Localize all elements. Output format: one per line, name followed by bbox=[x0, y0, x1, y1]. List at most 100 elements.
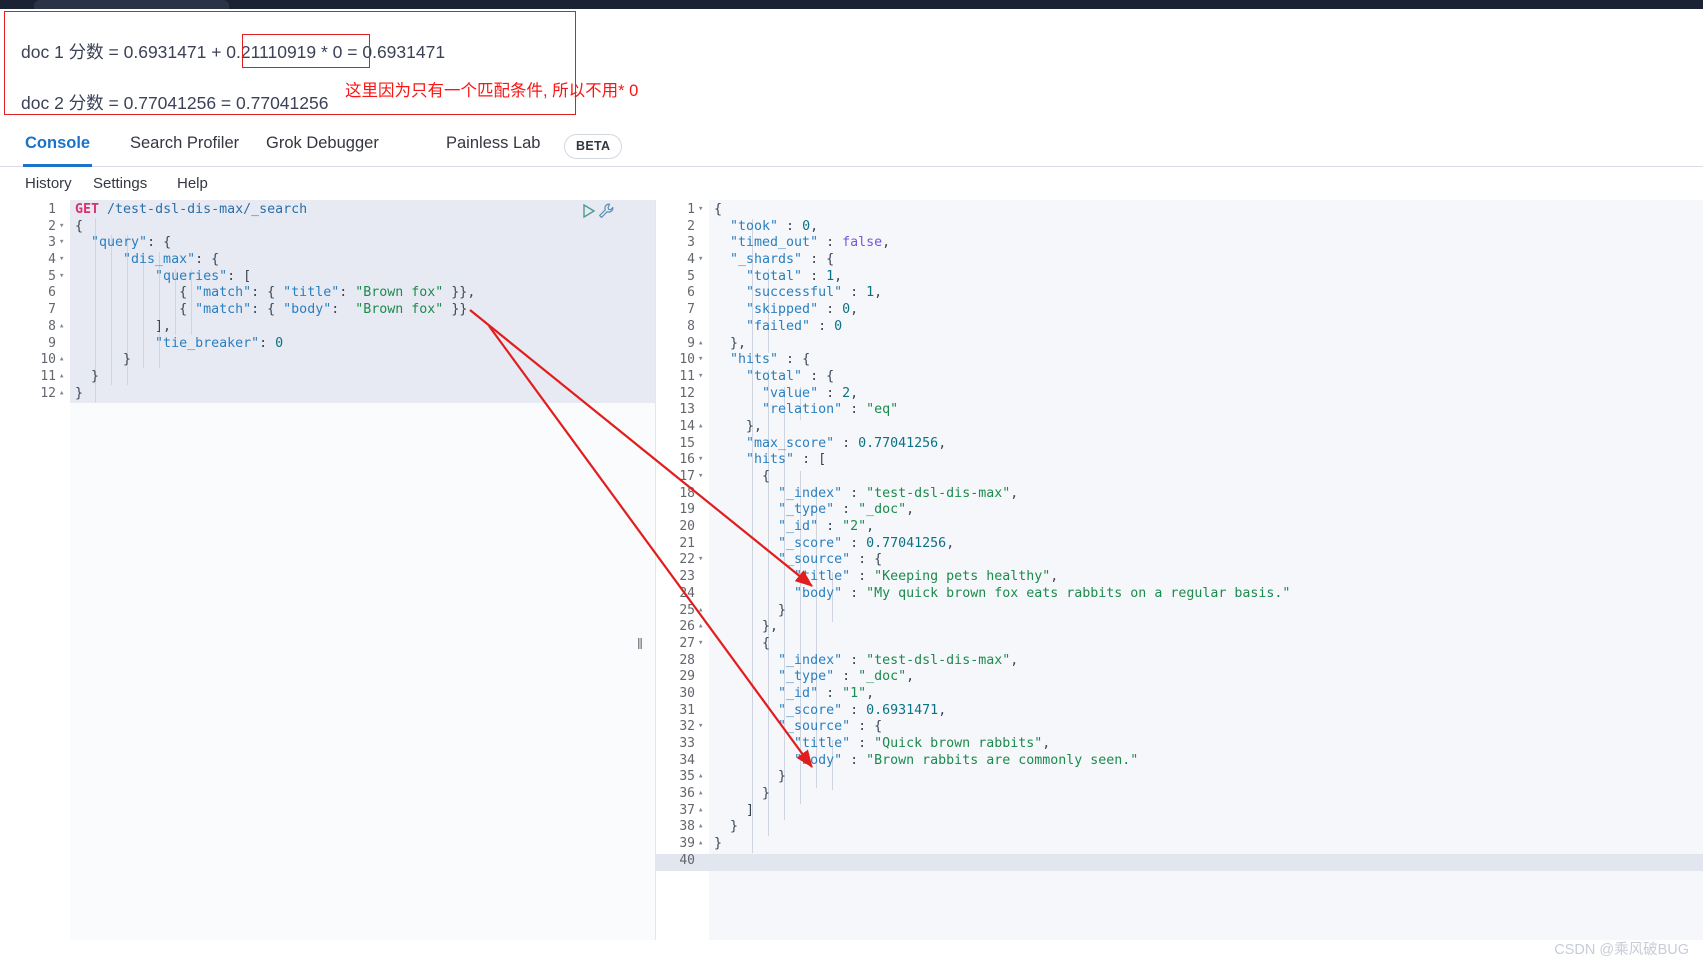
code-text: "max_score" : 0.77041256, bbox=[714, 435, 947, 451]
code-text: "queries": [ bbox=[75, 268, 252, 284]
code-text: "hits" : { bbox=[714, 352, 811, 368]
code-text: "value" : 2, bbox=[714, 385, 859, 401]
line-number: 5 bbox=[48, 268, 56, 284]
code-text: } bbox=[714, 836, 723, 852]
line-number: 36 bbox=[679, 786, 695, 802]
code-text: "total" : 1, bbox=[714, 268, 843, 284]
submenu-item-history[interactable]: History bbox=[25, 173, 72, 195]
line-number: 14 bbox=[679, 418, 695, 434]
fold-toggle-icon[interactable]: ▾ bbox=[698, 451, 703, 468]
tab-painless-lab[interactable]: Painless Lab bbox=[444, 122, 542, 167]
request-actions-wrench-icon[interactable] bbox=[598, 203, 615, 219]
console-submenu: History Settings Help bbox=[0, 167, 1703, 200]
line-number: 19 bbox=[679, 502, 695, 518]
line-number: 28 bbox=[679, 652, 695, 668]
code-text: } bbox=[714, 602, 787, 618]
response-active-line bbox=[709, 854, 1703, 871]
line-number: 40 bbox=[679, 852, 695, 868]
fold-toggle-icon[interactable]: ▴ bbox=[698, 835, 703, 852]
fold-toggle-icon[interactable]: ▾ bbox=[698, 635, 703, 652]
line-number: 29 bbox=[679, 669, 695, 685]
line-number: 4 bbox=[687, 252, 695, 268]
pane-resize-handle[interactable]: ‖ bbox=[634, 636, 646, 654]
code-text: }, bbox=[714, 335, 747, 351]
request-editor-pane[interactable]: 1 GET /test-dsl-dis-max/_search 2 ▾{3 ▾ "que… bbox=[22, 200, 656, 940]
line-number: 34 bbox=[679, 752, 695, 768]
code-text: } bbox=[75, 368, 100, 384]
fold-toggle-icon[interactable]: ▴ bbox=[698, 418, 703, 435]
code-text: "body" : "My quick brown fox eats rabbit… bbox=[714, 585, 1291, 601]
line-number: 33 bbox=[679, 736, 695, 751]
line-number: 10 bbox=[40, 352, 56, 368]
fold-toggle-icon[interactable]: ▴ bbox=[59, 368, 64, 385]
fold-toggle-icon[interactable]: ▾ bbox=[698, 251, 703, 268]
fold-toggle-icon[interactable]: ▴ bbox=[698, 802, 703, 819]
fold-toggle-icon[interactable]: ▴ bbox=[698, 618, 703, 635]
browser-tab[interactable] bbox=[34, 0, 229, 9]
code-text: "relation" : "eq" bbox=[714, 402, 899, 418]
fold-toggle-icon[interactable]: ▴ bbox=[698, 335, 703, 352]
submenu-item-settings[interactable]: Settings bbox=[93, 173, 147, 195]
code-text: "_score" : 0.6931471, bbox=[714, 702, 947, 718]
line-number: 9 bbox=[48, 335, 56, 351]
line-number: 12 bbox=[679, 385, 695, 401]
watermark: CSDN @乘风破BUG bbox=[1554, 942, 1689, 958]
fold-toggle-icon[interactable]: ▾ bbox=[698, 351, 703, 368]
line-number: 21 bbox=[679, 535, 695, 551]
browser-chrome-strip bbox=[0, 0, 1703, 9]
fold-toggle-icon[interactable]: ▾ bbox=[59, 234, 64, 251]
fold-toggle-icon[interactable]: ▴ bbox=[698, 818, 703, 835]
fold-toggle-icon[interactable]: ▴ bbox=[59, 318, 64, 335]
line-number: 7 bbox=[48, 302, 56, 318]
annotation-line-1: doc 1 分数 = 0.6931471 + 0.21110919 * 0 = … bbox=[21, 42, 446, 62]
line-number: 32 bbox=[679, 719, 695, 735]
line-number: 8 bbox=[687, 318, 695, 334]
fold-toggle-icon[interactable]: ▾ bbox=[698, 718, 703, 735]
code-text: } bbox=[75, 352, 132, 368]
line-number: 3 bbox=[48, 235, 56, 251]
devtools-tabbar: Console Search Profiler Grok Debugger Pa… bbox=[0, 122, 1703, 167]
code-text: }, bbox=[714, 619, 779, 635]
fold-toggle-icon[interactable]: ▾ bbox=[698, 368, 703, 385]
line-number: 6 bbox=[687, 285, 695, 301]
code-text: "_id" : "1", bbox=[714, 685, 875, 701]
response-editor-pane[interactable]: 1 ▾{2 "took" : 0, 3 "timed_out" : false, 4 ▾… bbox=[656, 200, 1703, 940]
tab-console[interactable]: Console bbox=[23, 122, 93, 167]
fold-toggle-icon[interactable]: ▴ bbox=[698, 768, 703, 785]
beta-badge: BETA bbox=[564, 134, 623, 159]
annotation-highlight-box bbox=[242, 34, 370, 68]
fold-toggle-icon[interactable]: ▴ bbox=[698, 602, 703, 619]
code-text: "hits" : [ bbox=[714, 452, 827, 468]
line-number: 16 bbox=[679, 452, 695, 468]
code-text: } bbox=[75, 385, 84, 401]
line-number: 5 bbox=[687, 268, 695, 284]
line-number: 39 bbox=[679, 836, 695, 852]
send-request-play-icon[interactable] bbox=[581, 203, 596, 219]
tab-grok-debugger[interactable]: Grok Debugger bbox=[264, 122, 381, 167]
code-text: { bbox=[75, 218, 84, 234]
fold-toggle-icon[interactable]: ▴ bbox=[698, 785, 703, 802]
fold-toggle-icon[interactable]: ▾ bbox=[59, 218, 64, 235]
submenu-item-help[interactable]: Help bbox=[177, 173, 208, 195]
tab-search-profiler[interactable]: Search Profiler bbox=[128, 122, 241, 167]
line-number: 1 bbox=[48, 202, 56, 217]
fold-toggle-icon[interactable]: ▾ bbox=[59, 251, 64, 268]
line-number: 1 bbox=[687, 202, 695, 217]
code-text: "skipped" : 0, bbox=[714, 302, 859, 318]
line-number: 31 bbox=[679, 702, 695, 718]
fold-toggle-icon[interactable]: ▴ bbox=[59, 385, 64, 402]
code-text: "_type" : "_doc", bbox=[714, 669, 915, 685]
line-number: 3 bbox=[687, 235, 695, 251]
app-window: doc 1 分数 = 0.6931471 + 0.21110919 * 0 = … bbox=[0, 0, 1703, 965]
fold-toggle-icon[interactable]: ▾ bbox=[698, 551, 703, 568]
line-number: 25 bbox=[679, 602, 695, 618]
code-text: "dis_max": { bbox=[75, 252, 220, 268]
line-number: 26 bbox=[679, 619, 695, 635]
line-number: 23 bbox=[679, 569, 695, 585]
line-number: 6 bbox=[48, 285, 56, 301]
fold-toggle-icon[interactable]: ▾ bbox=[59, 268, 64, 285]
fold-toggle-icon[interactable]: ▴ bbox=[59, 351, 64, 368]
fold-toggle-icon[interactable]: ▾ bbox=[698, 468, 703, 485]
code-text: "_id" : "2", bbox=[714, 519, 875, 535]
fold-toggle-icon[interactable]: ▾ bbox=[698, 201, 703, 218]
